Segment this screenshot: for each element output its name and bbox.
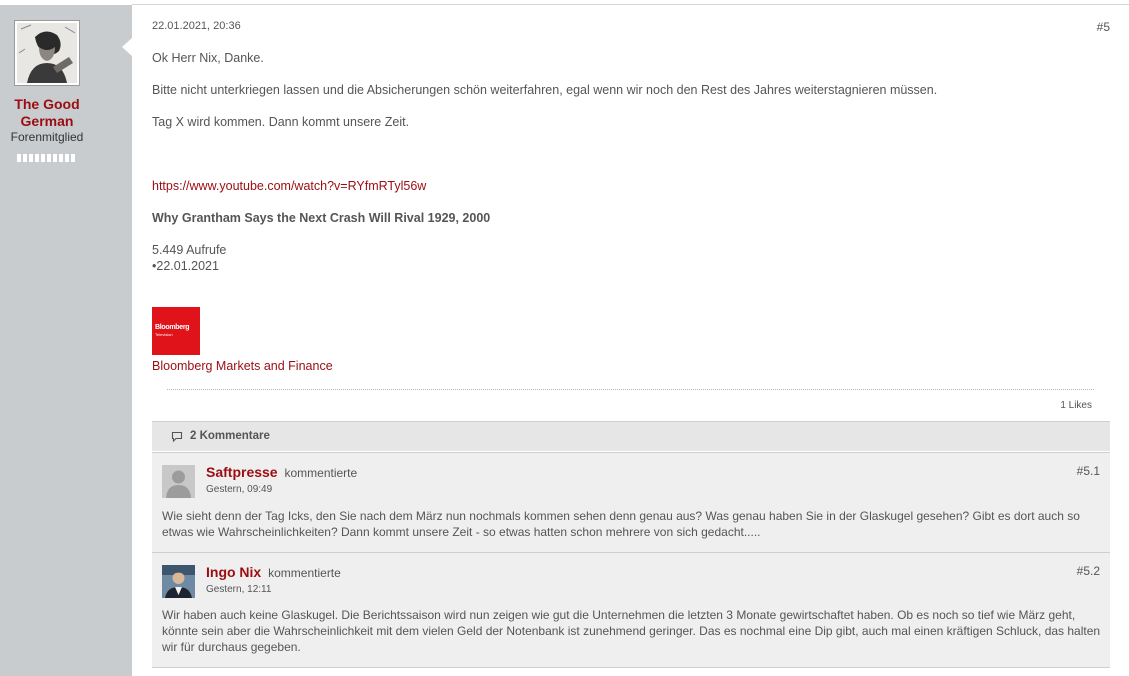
post-line: Tag X wird kommen. Dann kommt unsere Zei… (152, 115, 410, 129)
speech-bubble-icon (171, 431, 183, 446)
bloomberg-logo[interactable]: Bloomberg Television (152, 307, 200, 355)
video-views: 5.449 Aufrufe (152, 243, 227, 257)
comments-count: 2 Kommentare (190, 430, 270, 442)
default-user-avatar[interactable] (162, 465, 195, 498)
post-line: Ok Herr Nix, Danke. (152, 51, 264, 65)
comment-number-link[interactable]: #5.1 (1077, 464, 1100, 478)
comments-header[interactable]: 2 Kommentare (152, 421, 1110, 451)
youtube-link[interactable]: https://www.youtube.com/watch?v=RYfmRTyl… (152, 179, 426, 193)
comment-text: Wie sieht denn der Tag Icks, den Sie nac… (162, 509, 1080, 539)
comment-author-name[interactable]: Saftpresse (206, 464, 278, 480)
post-number-link[interactable]: #5 (1097, 20, 1110, 34)
likes-count[interactable]: 1 Likes (1060, 400, 1092, 411)
channel-link[interactable]: Bloomberg Markets and Finance (152, 359, 333, 373)
author-rank: Forenmitglied (10, 130, 84, 144)
comment-number-link[interactable]: #5.2 (1077, 564, 1100, 578)
comment-item: Ingo Nix kommentierte Gestern, 12:11 #5.… (152, 552, 1110, 668)
comment-verb: kommentierte (268, 566, 341, 580)
post-line: Bitte nicht unterkriegen lassen und die … (152, 83, 938, 97)
top-divider (132, 4, 1129, 5)
comment-text: Wir haben auch keine Glaskugel. Die Beri… (162, 608, 1101, 654)
post-pointer-arrow (122, 38, 132, 56)
comment-time: Gestern, 09:49 (206, 484, 273, 495)
logo-wordmark: Bloomberg (155, 324, 190, 331)
comment-verb: kommentierte (284, 466, 358, 480)
comment-author[interactable]: Saftpresse kommentierte (206, 464, 357, 480)
comment-author-name[interactable]: Ingo Nix (206, 564, 261, 580)
post-date: 22.01.2021, 20:36 (152, 20, 241, 32)
comment-item: Saftpresse kommentierte Gestern, 09:49 #… (152, 452, 1110, 552)
user-avatar[interactable] (162, 565, 195, 598)
comment-time: Gestern, 12:11 (206, 584, 272, 595)
rank-indicator (17, 154, 75, 162)
avatar-sketch-icon (17, 23, 77, 83)
divider (167, 389, 1094, 390)
video-title: Why Grantham Says the Next Crash Will Ri… (152, 211, 491, 225)
author-name[interactable]: The Good German (0, 96, 94, 130)
video-date: •22.01.2021 (152, 259, 219, 273)
author-avatar[interactable] (14, 20, 80, 86)
comment-author[interactable]: Ingo Nix kommentierte (206, 564, 341, 580)
logo-subtext: Television (155, 332, 173, 337)
